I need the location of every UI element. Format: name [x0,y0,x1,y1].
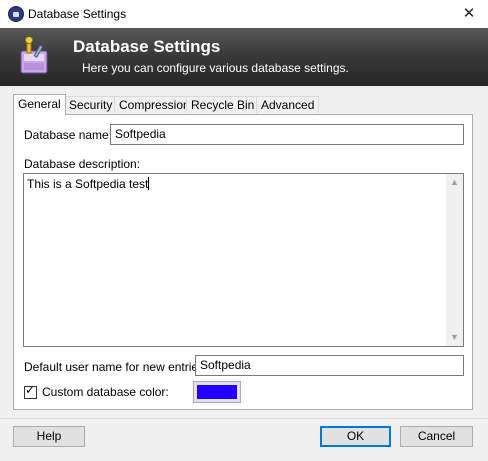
color-swatch [197,385,237,399]
cancel-button[interactable]: Cancel [400,426,473,447]
database-name-input[interactable]: Softpedia [110,124,464,145]
banner-title: Database Settings [73,37,221,56]
text-caret [148,177,150,190]
description-text: This is a Softpedia test [27,177,149,191]
default-user-input[interactable]: Softpedia [195,355,464,376]
checkmark-icon: ✓ [25,383,36,397]
database-settings-icon [20,37,48,74]
footer-separator [0,418,488,419]
tab-general[interactable]: General [13,94,66,115]
database-name-label: Database name: [24,128,113,142]
tab-compression[interactable]: Compression [114,96,195,113]
tab-security[interactable]: Security [64,96,118,113]
help-button[interactable]: Help [13,426,85,447]
window-title: Database Settings [28,7,127,21]
keepass-lock-icon [8,6,24,22]
custom-color-label: Custom database color: [42,385,169,399]
general-tab-panel: Database name: Softpedia Database descri… [13,114,473,410]
ok-button[interactable]: OK [320,426,391,447]
custom-color-checkbox[interactable]: ✓ [24,383,37,399]
close-icon[interactable]: ✕ [450,0,488,28]
title-bar: Database Settings ✕ [0,0,488,29]
header-banner: Database Settings Here you can configure… [0,28,488,86]
default-user-label: Default user name for new entries: [24,360,208,374]
scroll-up-icon[interactable]: ▲ [446,174,463,191]
banner-subtitle: Here you can configure various database … [82,61,349,75]
scroll-down-icon[interactable]: ▼ [446,329,463,346]
tab-recycle-bin[interactable]: Recycle Bin [186,96,260,113]
description-scrollbar[interactable]: ▲ ▼ [446,174,463,346]
database-description-textarea[interactable]: This is a Softpedia test ▲ ▼ [23,173,464,347]
custom-color-button[interactable] [193,381,241,403]
database-description-label: Database description: [24,157,141,171]
tab-advanced[interactable]: Advanced [256,96,320,113]
